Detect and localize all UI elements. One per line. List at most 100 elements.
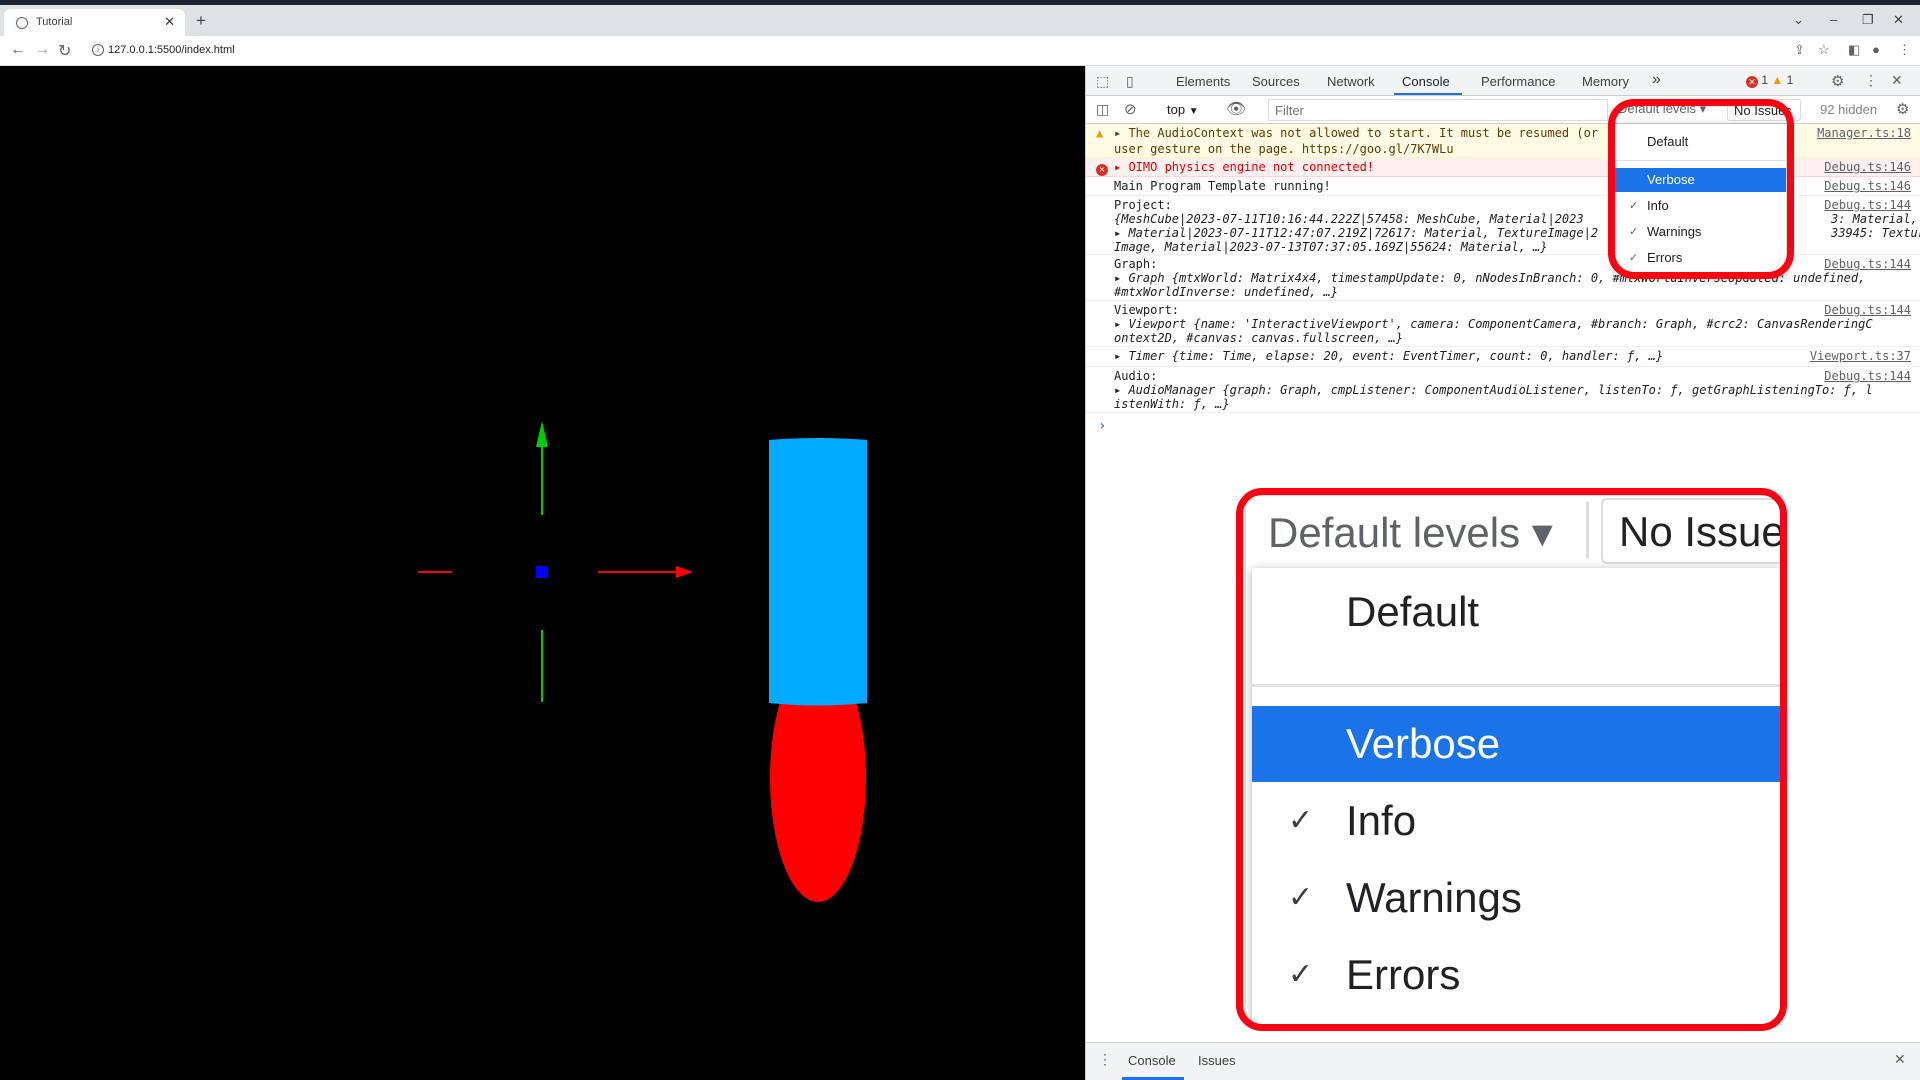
source-link[interactable]: Debug.ts:144 [1824, 257, 1911, 271]
message-line: Project: [1114, 198, 1172, 212]
zoom-item-info: ✓ Info [1252, 783, 1782, 859]
source-link[interactable]: Debug.ts:146 [1824, 160, 1911, 174]
filter-input[interactable] [1268, 99, 1608, 121]
console-message-log: Project: {MeshCube|2023-07-11T10:16:44.2… [1086, 196, 1920, 255]
source-link[interactable]: Debug.ts:146 [1824, 179, 1911, 193]
console-message-log: Main Program Template running! Debug.ts:… [1086, 177, 1920, 196]
tab-close-icon[interactable]: ✕ [164, 14, 175, 30]
tab-performance[interactable]: Performance [1481, 74, 1555, 89]
zoom-item-warnings: ✓ Warnings [1252, 860, 1782, 936]
url-field[interactable]: i 127.0.0.1:5500/index.html [86, 40, 1786, 62]
source-link[interactable]: Debug.ts:144 [1824, 369, 1911, 383]
browser-menu-icon[interactable]: ⋮ [1898, 42, 1911, 58]
console-prompt[interactable]: › [1098, 418, 1106, 434]
tab-title: Tutorial [36, 16, 73, 28]
message-line[interactable]: ▸ Timer {time: Time, elapse: 20, event: … [1114, 349, 1663, 363]
more-tabs-icon[interactable]: » [1652, 71, 1661, 89]
message-line: Main Program Template running! [1114, 179, 1331, 193]
menu-item-info[interactable]: ✓ Info [1615, 194, 1786, 218]
sidebar-toggle-icon[interactable]: ◫ [1096, 101, 1109, 118]
menu-item-label: Warnings [1346, 874, 1522, 921]
minimize-icon[interactable]: – [1830, 12, 1837, 27]
menu-item-errors[interactable]: ✓ Errors [1615, 246, 1786, 270]
forward-icon[interactable]: → [34, 41, 50, 59]
tab-console[interactable]: Console [1402, 74, 1450, 89]
menu-item-default[interactable]: Default [1615, 130, 1786, 154]
customize-menu-icon[interactable]: ⋮ [1864, 72, 1878, 89]
context-value: top [1167, 102, 1186, 117]
zoom-separator [1252, 684, 1782, 687]
message-line: #mtxWorldInverse: undefined, …} [1114, 285, 1338, 299]
tab-memory[interactable]: Memory [1582, 74, 1629, 89]
message-line: istenWith: ƒ, …} [1114, 397, 1230, 411]
message-line[interactable]: ▸ AudioManager {graph: Graph, cmpListene… [1114, 383, 1873, 397]
site-info-icon[interactable]: i [92, 44, 104, 56]
tab-sources[interactable]: Sources [1252, 74, 1300, 89]
log-levels-dropdown[interactable]: Default levels ▾ [1618, 101, 1706, 117]
check-icon: ✓ [1288, 804, 1314, 837]
bookmark-star-icon[interactable]: ☆ [1818, 42, 1830, 58]
zoom-levels-menu: Default Verbose ✓ Info ✓ Warnings ✓ Errors [1252, 568, 1782, 1024]
console-message-log: Viewport: ▸ Viewport {name: 'Interactive… [1086, 301, 1920, 347]
tab-search-icon[interactable]: ⌄ [1793, 12, 1804, 28]
menu-separator [1615, 160, 1786, 161]
close-drawer-icon[interactable]: ✕ [1894, 1051, 1906, 1068]
console-toolbar: ◫ ⊘ top ▼ 👁 Default levels ▾ No Issues 9… [1086, 96, 1920, 124]
share-icon[interactable]: ⇪ [1794, 42, 1805, 58]
menu-item-warnings[interactable]: ✓ Warnings [1615, 220, 1786, 244]
source-link[interactable]: Viewport.ts:37 [1810, 349, 1911, 363]
drawer-tab-issues[interactable]: Issues [1198, 1053, 1236, 1068]
zoom-item-errors: ✓ Errors [1252, 937, 1782, 1013]
message-line[interactable]: {MeshCube|2023-07-11T10:16:44.222Z|57458… [1114, 212, 1584, 226]
message-line: Viewport: [1114, 303, 1180, 317]
settings-gear-icon[interactable]: ⚙ [1831, 72, 1844, 90]
live-expression-eye-icon[interactable]: 👁 [1226, 99, 1246, 119]
maximize-icon[interactable]: ❐ [1862, 12, 1874, 28]
message-line: user gesture on the page. https://goo.gl… [1114, 142, 1454, 156]
check-icon: ✓ [1288, 958, 1314, 991]
back-icon[interactable]: ← [10, 41, 26, 59]
menu-item-label: Errors [1647, 250, 1683, 265]
issues-button[interactable]: No Issues [1727, 99, 1801, 121]
drawer-menu-icon[interactable]: ⋮ [1098, 1051, 1112, 1068]
menu-item-label: Info [1346, 797, 1417, 844]
menu-item-verbose[interactable]: Verbose [1615, 168, 1786, 192]
device-toolbar-icon[interactable]: ▯ [1126, 73, 1134, 90]
console-message-log: Audio: ▸ AudioManager {graph: Graph, cmp… [1086, 367, 1920, 413]
clear-console-icon[interactable]: ⊘ [1124, 100, 1137, 118]
message-line: ▸ OIMO physics engine not connected! [1114, 160, 1375, 174]
inspect-element-icon[interactable]: ⬚ [1096, 73, 1109, 90]
render-canvas[interactable] [0, 66, 1085, 1080]
message-line[interactable]: ▸ Material|2023-07-11T12:47:07.219Z|7261… [1114, 226, 1598, 240]
zoom-callout: Default levels ▾ No Issues Default Verbo… [1245, 495, 1783, 1025]
source-link[interactable]: Debug.ts:144 [1824, 198, 1911, 212]
address-bar: ← → ↻ i 127.0.0.1:5500/index.html ⇪ ☆ ◧ … [0, 36, 1920, 66]
close-devtools-icon[interactable]: ✕ [1891, 72, 1903, 89]
profile-avatar-icon[interactable]: ● [1872, 42, 1880, 57]
context-selector[interactable]: top ▼ [1164, 100, 1212, 120]
source-link[interactable]: Manager.ts:18 [1817, 126, 1911, 140]
message-line: ▸ The AudioContext was not allowed to st… [1114, 126, 1599, 140]
source-link[interactable]: Debug.ts:144 [1824, 303, 1911, 317]
message-line[interactable]: ▸ Viewport {name: 'InteractiveViewport',… [1114, 317, 1873, 331]
y-axis-arrowhead [536, 421, 548, 447]
warning-icon: ▲ [1096, 126, 1104, 140]
menu-item-label: Verbose [1647, 172, 1695, 187]
new-tab-button[interactable]: + [196, 11, 206, 31]
check-icon: ✓ [1629, 252, 1639, 264]
hidden-count: 92 hidden [1820, 102, 1878, 117]
reload-icon[interactable]: ↻ [58, 41, 71, 61]
zoom-item-verbose: Verbose [1252, 706, 1782, 782]
tab-elements[interactable]: Elements [1176, 74, 1230, 89]
warning-icon: ▲ [1771, 73, 1784, 87]
menu-item-label: Default [1346, 588, 1480, 635]
side-panel-icon[interactable]: ◧ [1848, 42, 1860, 58]
tab-network[interactable]: Network [1327, 74, 1375, 89]
window-close-icon[interactable]: ✕ [1893, 12, 1904, 28]
issue-counts[interactable]: ✕ 1 ▲ 1 [1746, 73, 1793, 88]
browser-tab[interactable]: Tutorial ✕ [4, 9, 185, 36]
drawer-tab-console[interactable]: Console [1128, 1053, 1176, 1068]
console-message-log: ▸ Timer {time: Time, elapse: 20, event: … [1086, 347, 1920, 367]
console-settings-icon[interactable]: ⚙ [1896, 100, 1909, 118]
message-line: 33945: Texture [1831, 226, 1920, 240]
